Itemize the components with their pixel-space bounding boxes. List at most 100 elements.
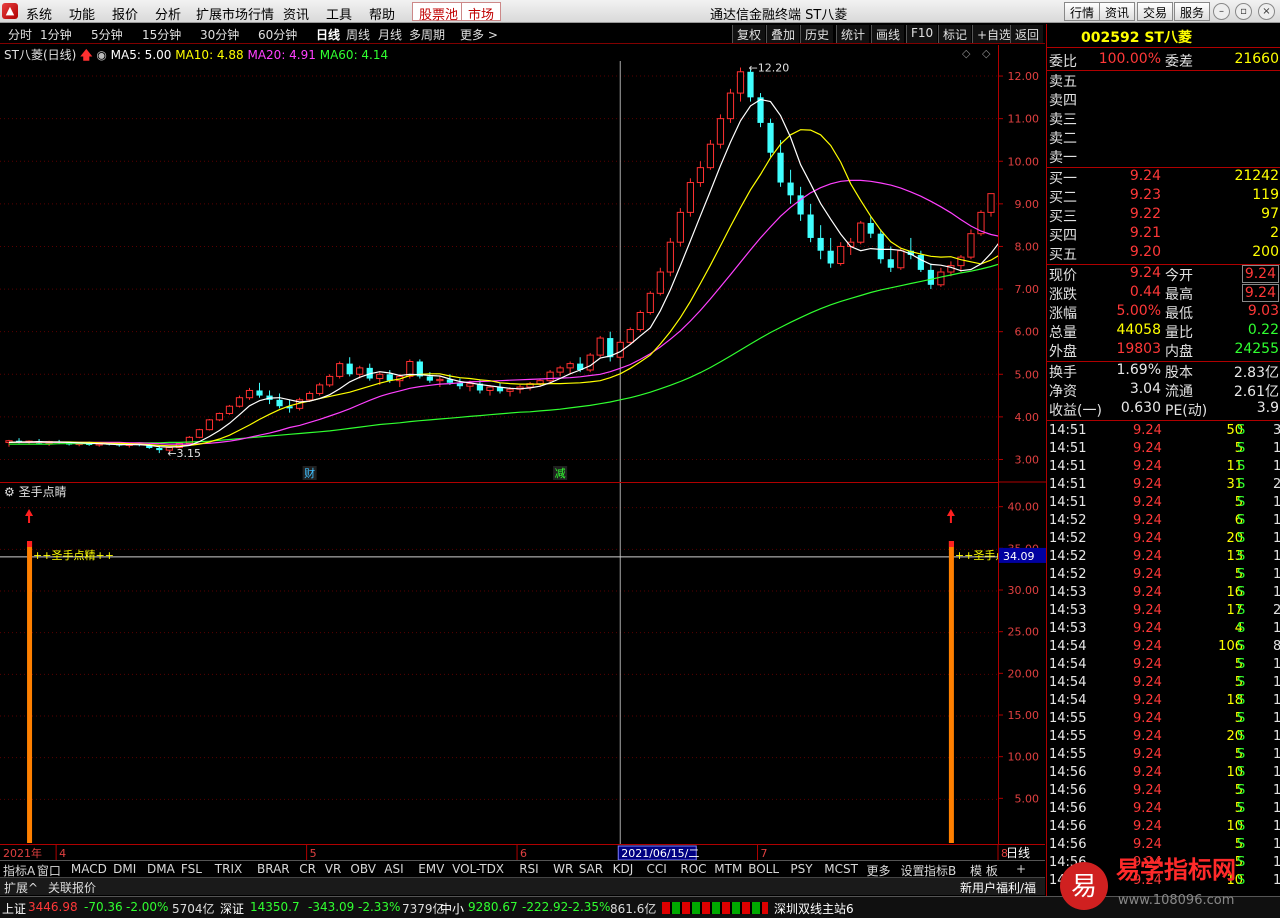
tick-price: 9.24 bbox=[1133, 657, 1162, 672]
period-30min[interactable]: 30分钟 bbox=[200, 26, 239, 43]
indicator-tab-mcst[interactable]: MCST bbox=[824, 862, 858, 876]
period-15min[interactable]: 15分钟 bbox=[142, 26, 181, 43]
menu-function[interactable]: 功能 bbox=[69, 4, 95, 23]
menu-system[interactable]: 系统 bbox=[26, 4, 52, 23]
indicator-tab-fsl[interactable]: FSL bbox=[181, 862, 202, 876]
kline-panel[interactable]: ←12.20←3.15财减跌榜涨 ST八菱(日线) 🡅 ◉ MA5: 5.00 … bbox=[0, 45, 1179, 482]
f10-button[interactable]: F10 bbox=[906, 25, 938, 43]
kline-chart[interactable]: ←12.20←3.15财减跌榜涨 bbox=[0, 45, 1179, 482]
period-more[interactable]: 更多 > bbox=[460, 26, 498, 43]
info-tab-button[interactable]: 资讯 bbox=[1099, 2, 1136, 21]
candle-body bbox=[195, 429, 204, 438]
period-1min[interactable]: 1分钟 bbox=[40, 26, 72, 43]
candle-body bbox=[336, 363, 344, 377]
ext-toggle-button[interactable]: 扩展^ bbox=[4, 879, 38, 896]
indicator-tab-cr[interactable]: CR bbox=[299, 862, 316, 876]
tick-side: S bbox=[1237, 783, 1246, 798]
indicator-tab-brar[interactable]: BRAR bbox=[257, 862, 290, 876]
tick-price: 9.24 bbox=[1133, 675, 1162, 690]
indicator-tab-dmi[interactable]: DMI bbox=[113, 862, 136, 876]
indicator-tab-trix[interactable]: TRIX bbox=[215, 862, 242, 876]
settings-circle-icon[interactable]: ◉ bbox=[96, 48, 106, 62]
mark-button[interactable]: 标记 bbox=[938, 25, 972, 43]
indicator-tab-vr[interactable]: VR bbox=[325, 862, 342, 876]
indicator-right-tab[interactable]: + bbox=[1016, 862, 1026, 876]
ma5-label: MA5: 5.00 bbox=[110, 48, 172, 62]
minimize-icon[interactable]: – bbox=[1213, 3, 1230, 20]
indicator-tab-vol-tdx[interactable]: VOL-TDX bbox=[452, 862, 504, 876]
tick-time: 14:56 bbox=[1049, 855, 1087, 870]
diamond-icon-2[interactable]: ◇ bbox=[982, 47, 990, 60]
period-timeshare[interactable]: 分时 bbox=[8, 26, 32, 43]
indicator-tab-boll[interactable]: BOLL bbox=[748, 862, 779, 876]
add-favorite-button[interactable]: +自选 bbox=[972, 25, 1016, 43]
period-monthly[interactable]: 月线 bbox=[378, 26, 402, 43]
stock-pool-button[interactable]: 股票池 bbox=[412, 2, 466, 23]
menu-help[interactable]: 帮助 bbox=[369, 4, 395, 23]
tick-count: 1 bbox=[1273, 657, 1280, 672]
period-multi[interactable]: 多周期 bbox=[409, 26, 445, 43]
indicator-settings-icon[interactable]: ⚙ bbox=[4, 485, 15, 499]
candle-body bbox=[927, 269, 934, 285]
overlay-button[interactable]: 叠加 bbox=[766, 25, 800, 43]
restore-icon[interactable]: ▫ bbox=[1235, 3, 1252, 20]
menu-quote[interactable]: 报价 bbox=[112, 4, 138, 23]
history-button[interactable]: 历史 bbox=[800, 25, 834, 43]
period-weekly[interactable]: 周线 bbox=[346, 26, 370, 43]
candle-body bbox=[466, 383, 474, 387]
period-5min[interactable]: 5分钟 bbox=[91, 26, 123, 43]
service-tab-button[interactable]: 服务 bbox=[1174, 2, 1211, 21]
candle-body bbox=[837, 245, 845, 264]
related-quote-tab[interactable]: 关联报价 bbox=[48, 879, 96, 896]
candle-body bbox=[777, 152, 784, 183]
indicator-tab-mtm[interactable]: MTM bbox=[714, 862, 742, 876]
indicator-tab-asi[interactable]: ASI bbox=[384, 862, 403, 876]
tick-price: 9.24 bbox=[1133, 549, 1162, 564]
diamond-icon[interactable]: ◇ bbox=[962, 47, 970, 60]
indicator-chart[interactable]: ++圣手点精++++圣手点精++++圣手点精++ bbox=[0, 483, 1146, 845]
tick-count: 8 bbox=[1273, 639, 1280, 654]
candle-body bbox=[386, 374, 393, 381]
close-icon[interactable]: × bbox=[1258, 3, 1275, 20]
restore-rights-button[interactable]: 复权 bbox=[732, 25, 766, 43]
quote-tab-button[interactable]: 行情 bbox=[1064, 2, 1101, 21]
ma10-line bbox=[8, 129, 1002, 447]
candle-body bbox=[656, 271, 664, 294]
tick-time: 14:56 bbox=[1049, 837, 1087, 852]
indicator-tab-rsi[interactable]: RSI bbox=[519, 862, 539, 876]
back-button[interactable]: 返回 bbox=[1010, 25, 1044, 43]
market-button[interactable]: 市场 bbox=[461, 2, 502, 23]
stat-label: 现价 bbox=[1049, 268, 1077, 284]
tick-count: 2 bbox=[1273, 603, 1280, 618]
indicator-tab-cci[interactable]: CCI bbox=[647, 862, 667, 876]
stats-button[interactable]: 统计 bbox=[836, 25, 870, 43]
server-label[interactable]: 深圳双线主站6 bbox=[774, 900, 854, 917]
menu-info[interactable]: 资讯 bbox=[283, 4, 309, 23]
zx-label: 中小 bbox=[440, 902, 465, 916]
indicator-tab-kdj[interactable]: KDJ bbox=[613, 862, 634, 876]
zx-value: 9280.67 bbox=[468, 900, 518, 914]
indicator-tab-obv[interactable]: OBV bbox=[350, 862, 376, 876]
tick-row: 14:55 9.24 5 S 1 bbox=[1047, 711, 1280, 729]
tick-row: 14:56 9.24 10 S 1 bbox=[1047, 819, 1280, 837]
indicator-tab-roc[interactable]: ROC bbox=[680, 862, 706, 876]
ma10-label: MA10: 4.88 bbox=[175, 48, 244, 62]
indicator-tab-dma[interactable]: DMA bbox=[147, 862, 175, 876]
indicator-tab-psy[interactable]: PSY bbox=[790, 862, 812, 876]
draw-button[interactable]: 画线 bbox=[871, 25, 905, 43]
period-daily[interactable]: 日线 bbox=[316, 26, 340, 43]
trade-tab-button[interactable]: 交易 bbox=[1137, 2, 1174, 21]
indicator-tab-wr[interactable]: WR bbox=[553, 862, 573, 876]
menu-ext-market[interactable]: 扩展市场行情 bbox=[196, 4, 274, 23]
indicator-tab-emv[interactable]: EMV bbox=[418, 862, 444, 876]
indicator-tab-sar[interactable]: SAR bbox=[579, 862, 603, 876]
tick-row: 14:54 9.24 5 S 1 bbox=[1047, 675, 1280, 693]
menu-analysis[interactable]: 分析 bbox=[155, 4, 181, 23]
indicator-panel[interactable]: ++圣手点精++++圣手点精++++圣手点精++ ⚙ 圣手点睛 bbox=[0, 482, 1146, 845]
tick-row: 14:52 9.24 20 S 1 bbox=[1047, 531, 1280, 549]
indicator-tab-macd[interactable]: MACD bbox=[71, 862, 107, 876]
tick-side: S bbox=[1237, 657, 1246, 672]
menu-tools[interactable]: 工具 bbox=[326, 4, 352, 23]
panel-separator bbox=[1047, 420, 1280, 421]
period-60min[interactable]: 60分钟 bbox=[258, 26, 297, 43]
